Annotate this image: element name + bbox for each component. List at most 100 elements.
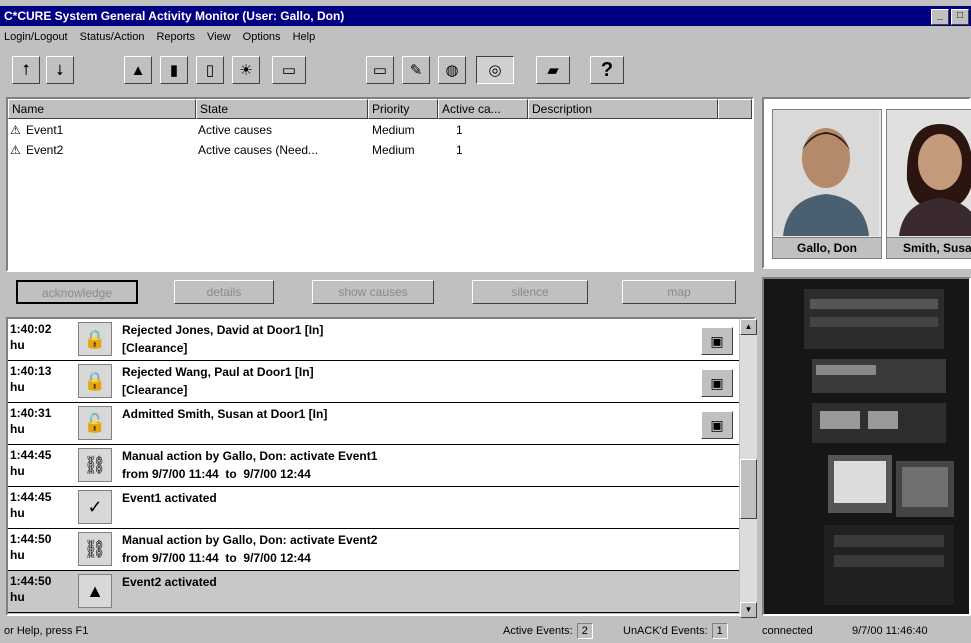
- photo-caption: Gallo, Don: [773, 237, 881, 258]
- menu-view[interactable]: View: [207, 31, 231, 43]
- status-datetime: 9/7/00 11:46:40: [852, 625, 928, 637]
- network-icon: ⛓: [78, 532, 112, 566]
- menu-help[interactable]: Help: [293, 31, 316, 43]
- event-priority: Medium: [372, 123, 415, 137]
- activity-time: 1:44:45 hu: [10, 448, 52, 478]
- status-help-text: or Help, press F1: [4, 625, 89, 637]
- activity-time: 1:40:13 hu: [10, 364, 52, 394]
- window-title: C*CURE System General Activity Monitor (…: [4, 9, 345, 23]
- active-events-count: 2: [576, 623, 593, 640]
- parallelogram-icon[interactable]: ▰: [536, 56, 570, 84]
- activity-scrollbar[interactable]: ▲ ▼: [740, 319, 757, 618]
- activity-row[interactable]: 1:40:13 hu 🔒 Rejected Wang, Paul at Door…: [8, 361, 739, 403]
- menu-bar: Login/Logout Status/Action Reports View …: [0, 27, 971, 47]
- show-causes-button[interactable]: show causes: [312, 280, 434, 304]
- activity-time: 1:40:02 hu: [10, 322, 52, 352]
- event-active-causes: 1: [456, 123, 463, 137]
- network-icon: ⛓: [78, 448, 112, 482]
- video-clip-icon[interactable]: ▣: [701, 327, 733, 355]
- activity-row[interactable]: 1:40:31 hu 🔓 Admitted Smith, Susan at Do…: [8, 403, 739, 445]
- event-name: Event1: [26, 123, 64, 137]
- column-active-causes[interactable]: Active ca...: [438, 99, 528, 119]
- upload-icon[interactable]: ⭡: [12, 56, 40, 84]
- download-icon[interactable]: ⭣: [46, 56, 74, 84]
- activity-message: Event2 activated: [122, 575, 217, 589]
- video-clip-icon[interactable]: ▣: [701, 369, 733, 397]
- menu-login-logout[interactable]: Login/Logout: [4, 31, 68, 43]
- camera-icon[interactable]: ◎: [476, 56, 514, 84]
- column-name[interactable]: Name: [8, 99, 196, 119]
- checkmark-icon: ✓: [78, 490, 112, 524]
- help-icon[interactable]: ?: [590, 56, 624, 84]
- activity-message: Rejected Wang, Paul at Door1 [In] [Clear…: [122, 365, 314, 397]
- column-priority[interactable]: Priority: [368, 99, 438, 119]
- unack-events-count: 1: [711, 623, 728, 640]
- silence-button[interactable]: silence: [472, 280, 588, 304]
- status-active-events: Active Events: 2: [503, 623, 593, 641]
- event-state: Active causes (Need...: [198, 143, 319, 157]
- alarm-triangle-icon[interactable]: ▲: [124, 56, 152, 84]
- monitor-graph-icon[interactable]: ▭: [272, 56, 306, 84]
- toolbar: ⭡ ⭣ ▲ ▮ ▯ ☀ ▭ ▭ ✎ ◍ ◎ ▰ ?: [0, 50, 971, 96]
- photo-caption: Smith, Susan: [887, 237, 971, 258]
- event-priority: Medium: [372, 143, 415, 157]
- edit-icon[interactable]: ✎: [402, 56, 430, 84]
- cardholder-photo[interactable]: Smith, Susan: [886, 109, 971, 259]
- activity-row[interactable]: 1:40:02 hu 🔒 Rejected Jones, David at Do…: [8, 319, 739, 361]
- video-clip-icon[interactable]: ▣: [701, 411, 733, 439]
- status-unack-events: UnACK'd Events: 1: [623, 623, 728, 641]
- activity-row[interactable]: 1:44:45 hu ⛓ Manual action by Gallo, Don…: [8, 445, 739, 487]
- door-icon[interactable]: ▮: [160, 56, 188, 84]
- scroll-up-button[interactable]: ▲: [740, 319, 757, 335]
- cardholder-photo[interactable]: Gallo, Don: [772, 109, 882, 259]
- event-icon: ⚠: [10, 123, 21, 137]
- menu-reports[interactable]: Reports: [156, 31, 195, 43]
- window-icon[interactable]: ▭: [366, 56, 394, 84]
- title-bar: C*CURE System General Activity Monitor (…: [0, 6, 971, 26]
- activity-message: Admitted Smith, Susan at Door1 [In]: [122, 407, 328, 421]
- scroll-thumb[interactable]: [740, 459, 757, 519]
- activity-row[interactable]: 1:44:50 hu ▲ Event2 activated: [8, 571, 739, 613]
- maximize-button[interactable]: □: [951, 9, 969, 25]
- globe-icon[interactable]: ◍: [438, 56, 466, 84]
- activity-time: 1:44:50 hu: [10, 532, 52, 562]
- lightbulb-icon[interactable]: ☀: [232, 56, 260, 84]
- column-description[interactable]: Description: [528, 99, 718, 119]
- minimize-button[interactable]: _: [931, 9, 949, 25]
- event-row[interactable]: ⚠ Event1 Active causes Medium 1: [8, 121, 752, 139]
- event-state: Active causes: [198, 123, 273, 137]
- activity-message: Manual action by Gallo, Don: activate Ev…: [122, 533, 378, 565]
- lock-icon: 🔒: [78, 364, 112, 398]
- activity-log: 1:40:02 hu 🔒 Rejected Jones, David at Do…: [6, 317, 757, 618]
- events-list: Name State Priority Active ca... Descrip…: [6, 97, 754, 272]
- device-icon[interactable]: ▯: [196, 56, 224, 84]
- unack-events-label: UnACK'd Events:: [623, 625, 708, 637]
- active-events-label: Active Events:: [503, 625, 573, 637]
- event-row[interactable]: ⚠ Event2 Active causes (Need... Medium 1: [8, 141, 752, 159]
- acknowledge-button[interactable]: acknowledge: [16, 280, 138, 304]
- camera-view[interactable]: [762, 277, 971, 616]
- column-state[interactable]: State: [196, 99, 368, 119]
- event-name: Event2: [26, 143, 64, 157]
- menu-options[interactable]: Options: [243, 31, 281, 43]
- activity-message: Rejected Jones, David at Door1 [In] [Cle…: [122, 323, 324, 355]
- event-action-bar: acknowledge details show causes silence …: [6, 277, 754, 311]
- details-button[interactable]: details: [174, 280, 274, 304]
- activity-row[interactable]: 1:44:45 hu ✓ Event1 activated: [8, 487, 739, 529]
- activity-time: 1:44:50 hu: [10, 574, 52, 604]
- lock-icon: 🔒: [78, 322, 112, 356]
- event-active-causes: 1: [456, 143, 463, 157]
- activity-row[interactable]: 1:44:50 hu ⛓ Manual action by Gallo, Don…: [8, 529, 739, 571]
- status-bar: or Help, press F1 Active Events: 2 UnACK'…: [0, 621, 971, 643]
- column-spacer: [718, 99, 752, 119]
- person-silhouette-icon: [887, 110, 971, 236]
- activity-message: Manual action by Gallo, Don: activate Ev…: [122, 449, 378, 481]
- unlock-icon: 🔓: [78, 406, 112, 440]
- activity-time: 1:40:31 hu: [10, 406, 52, 436]
- scroll-down-button[interactable]: ▼: [740, 602, 757, 618]
- person-silhouette-icon: [773, 110, 879, 236]
- activity-time: 1:44:45 hu: [10, 490, 52, 520]
- camera-feed-icon: [764, 279, 969, 614]
- menu-status-action[interactable]: Status/Action: [80, 31, 145, 43]
- map-button[interactable]: map: [622, 280, 736, 304]
